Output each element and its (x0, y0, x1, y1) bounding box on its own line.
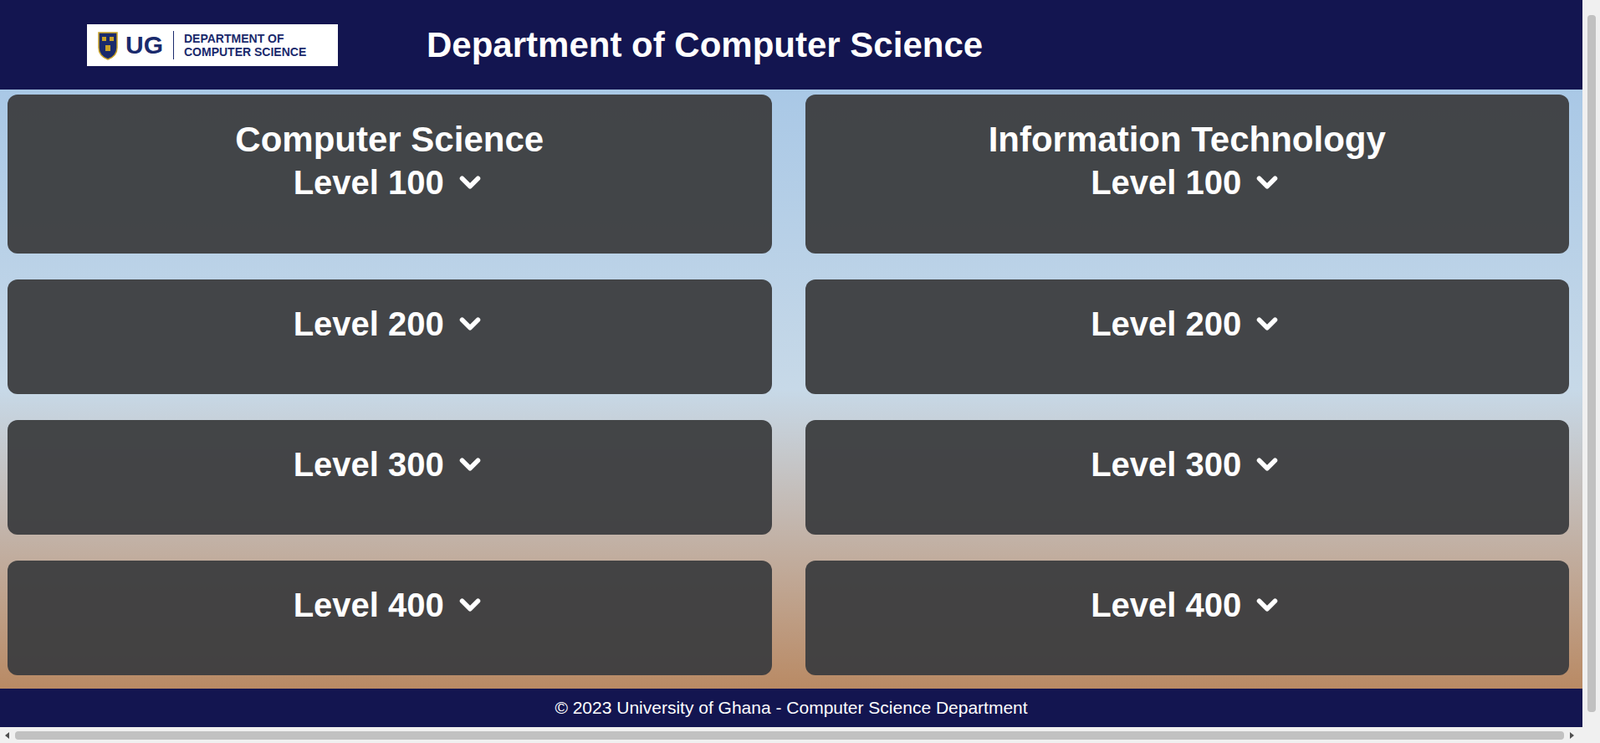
level-label: Level 400 (293, 583, 445, 626)
logo-line: COMPUTER SCIENCE (184, 45, 307, 59)
page-title: Department of Computer Science (426, 27, 983, 63)
logo[interactable]: UG DEPARTMENT OFCOMPUTER SCIENCE (86, 24, 338, 67)
level-card[interactable]: Level 400 (7, 560, 772, 675)
programme-title: Computer Science (235, 117, 544, 162)
level-card[interactable]: Level 300 (7, 419, 772, 535)
level-toggle[interactable]: Level 100 (293, 161, 486, 204)
level-card[interactable]: Level 200 (7, 279, 772, 394)
horizontal-scrollbar[interactable] (0, 726, 1600, 743)
level-toggle[interactable]: Level 100 (1090, 161, 1284, 204)
scrollbar-thumb[interactable] (1587, 15, 1596, 712)
level-label: Level 300 (1090, 443, 1242, 486)
level-toggle[interactable]: Level 200 (1090, 302, 1284, 345)
vertical-scrollbar[interactable] (1582, 0, 1600, 727)
level-card[interactable]: Level 200 (805, 279, 1570, 394)
scroll-left-icon[interactable] (3, 730, 12, 740)
chevron-down-icon (454, 448, 486, 481)
chevron-down-icon (1251, 448, 1284, 481)
header: UG DEPARTMENT OFCOMPUTER SCIENCE Departmen… (0, 0, 1583, 90)
level-toggle[interactable]: Level 200 (293, 302, 486, 345)
chevron-down-icon (454, 166, 486, 199)
level-label: Level 200 (293, 302, 445, 345)
level-toggle[interactable]: Level 300 (293, 443, 486, 486)
page: UG DEPARTMENT OFCOMPUTER SCIENCE Departmen… (0, 0, 1583, 727)
scroll-right-icon[interactable] (1567, 730, 1576, 740)
logo-line: DEPARTMENT OF (184, 31, 307, 46)
level-label: Level 100 (1090, 161, 1242, 204)
level-label: Level 100 (293, 161, 445, 204)
crest-icon (97, 29, 119, 62)
scrollbar-thumb[interactable] (15, 730, 1565, 740)
chevron-down-icon (1251, 588, 1284, 621)
level-card[interactable]: Level 300 (805, 419, 1570, 535)
footer: © 2023 University of Ghana - Computer Sc… (0, 688, 1583, 727)
main: Computer ScienceLevel 100Information Tec… (0, 89, 1583, 689)
chevron-down-icon (454, 588, 486, 621)
level-label: Level 200 (1090, 302, 1242, 345)
chevron-down-icon (454, 307, 486, 340)
programme-title: Information Technology (988, 117, 1386, 162)
level-card[interactable]: Information TechnologyLevel 100 (805, 94, 1570, 254)
level-card[interactable]: Computer ScienceLevel 100 (7, 94, 772, 254)
browser-page: UG DEPARTMENT OFCOMPUTER SCIENCE Departmen… (0, 0, 1600, 743)
logo-mark: UG (125, 32, 164, 58)
level-toggle[interactable]: Level 400 (1090, 583, 1284, 626)
level-label: Level 400 (1090, 583, 1242, 626)
level-toggle[interactable]: Level 300 (1090, 443, 1284, 486)
chevron-down-icon (1251, 307, 1284, 340)
level-card[interactable]: Level 400 (805, 560, 1570, 675)
level-toggle[interactable]: Level 400 (293, 583, 486, 626)
chevron-down-icon (1251, 166, 1284, 199)
level-label: Level 300 (293, 443, 445, 486)
